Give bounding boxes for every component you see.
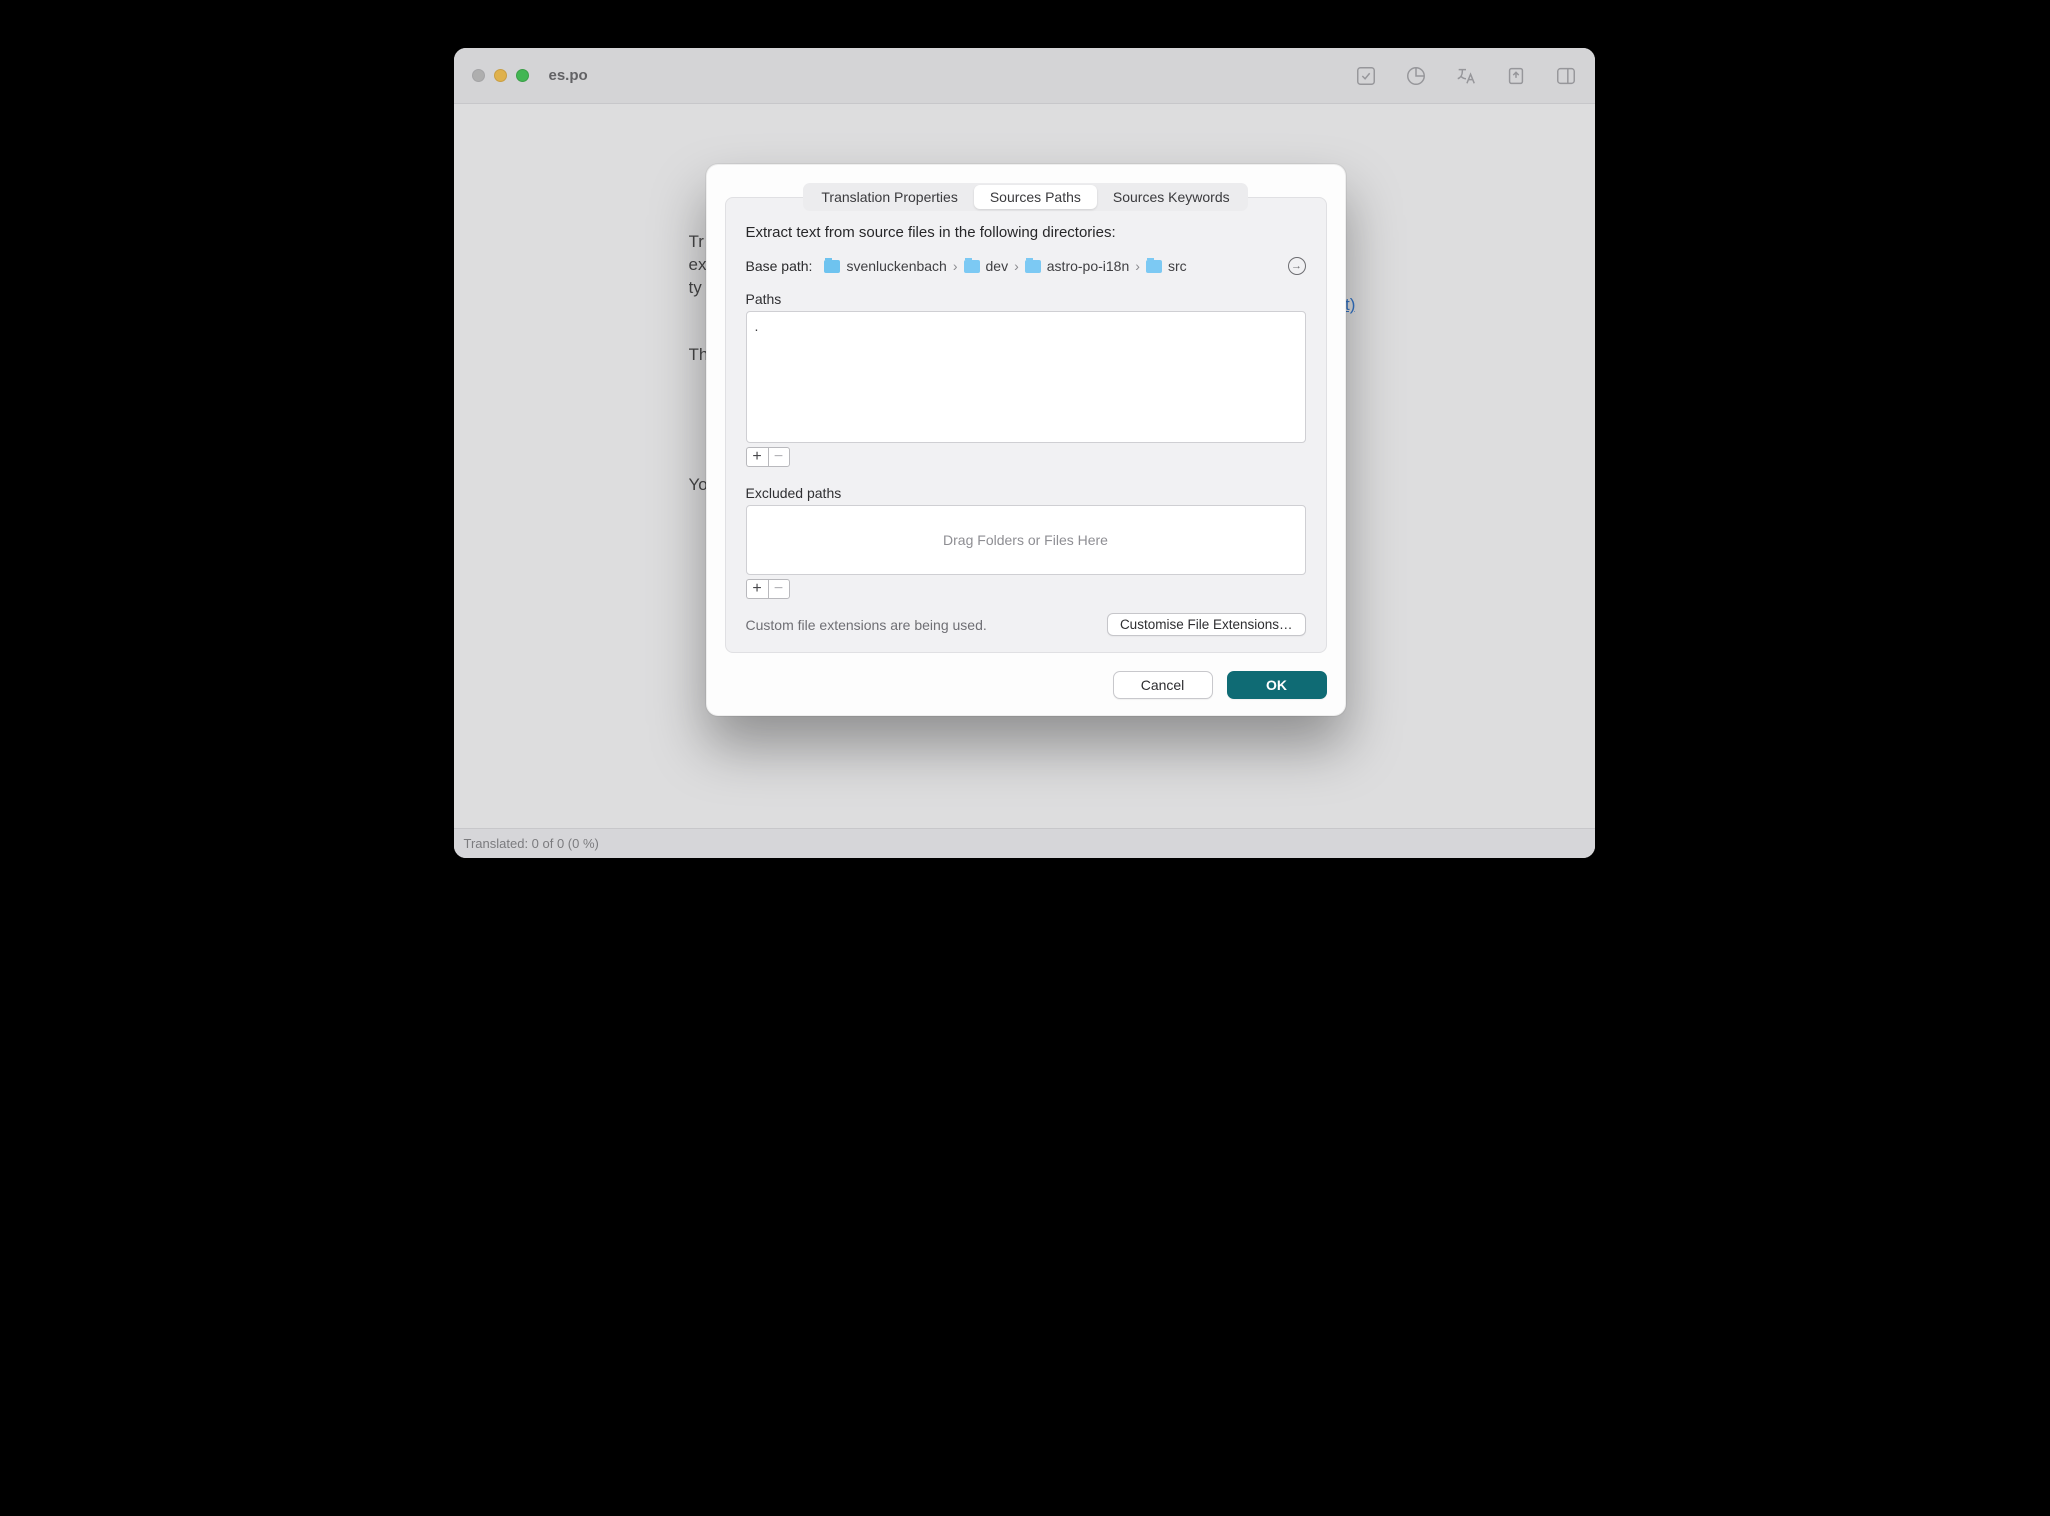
- breadcrumb-segment: dev: [986, 258, 1009, 274]
- cancel-button[interactable]: Cancel: [1113, 671, 1213, 699]
- remove-excluded-button[interactable]: −: [768, 579, 790, 599]
- add-excluded-button[interactable]: +: [746, 579, 768, 599]
- paths-label: Paths: [746, 291, 1306, 307]
- paths-stepper: + −: [746, 447, 1306, 467]
- ok-button[interactable]: OK: [1227, 671, 1327, 699]
- drop-hint: Drag Folders or Files Here: [943, 532, 1108, 548]
- extensions-note: Custom file extensions are being used.: [746, 617, 987, 633]
- tab-sources-keywords[interactable]: Sources Keywords: [1097, 185, 1246, 209]
- excluded-paths-label: Excluded paths: [746, 485, 1306, 501]
- folder-icon: [1025, 260, 1041, 273]
- chevron-right-icon: ›: [1014, 258, 1019, 274]
- folder-icon: [964, 260, 980, 273]
- remove-path-button[interactable]: −: [768, 447, 790, 467]
- customise-extensions-button[interactable]: Customise File Extensions…: [1107, 613, 1306, 636]
- base-path-breadcrumbs[interactable]: svenluckenbach › dev › astro-po-i18n › s…: [824, 258, 1275, 274]
- catalog-properties-dialog: Translation Properties Sources Paths Sou…: [706, 164, 1346, 716]
- tab-sources-paths[interactable]: Sources Paths: [974, 185, 1097, 209]
- breadcrumb-segment: astro-po-i18n: [1047, 258, 1130, 274]
- tab-translation-properties[interactable]: Translation Properties: [805, 185, 973, 209]
- excluded-stepper: + −: [746, 579, 1306, 599]
- home-folder-icon: [824, 260, 840, 273]
- paths-listbox[interactable]: .: [746, 311, 1306, 443]
- add-path-button[interactable]: +: [746, 447, 768, 467]
- base-path-row: Base path: svenluckenbach › dev › astro-…: [746, 257, 1306, 275]
- open-base-path-icon[interactable]: →: [1288, 257, 1306, 275]
- pane-heading: Extract text from source files in the fo…: [746, 224, 1306, 241]
- list-item[interactable]: .: [755, 318, 1297, 334]
- excluded-paths-listbox[interactable]: Drag Folders or Files Here: [746, 505, 1306, 575]
- breadcrumb-segment: svenluckenbach: [846, 258, 946, 274]
- dialog-buttons: Cancel OK: [725, 671, 1327, 699]
- sources-paths-pane: Extract text from source files in the fo…: [725, 197, 1327, 653]
- chevron-right-icon: ›: [1135, 258, 1140, 274]
- chevron-right-icon: ›: [953, 258, 958, 274]
- folder-icon: [1146, 260, 1162, 273]
- breadcrumb-segment: src: [1168, 258, 1187, 274]
- dialog-tabs: Translation Properties Sources Paths Sou…: [725, 183, 1327, 211]
- base-path-label: Base path:: [746, 258, 813, 274]
